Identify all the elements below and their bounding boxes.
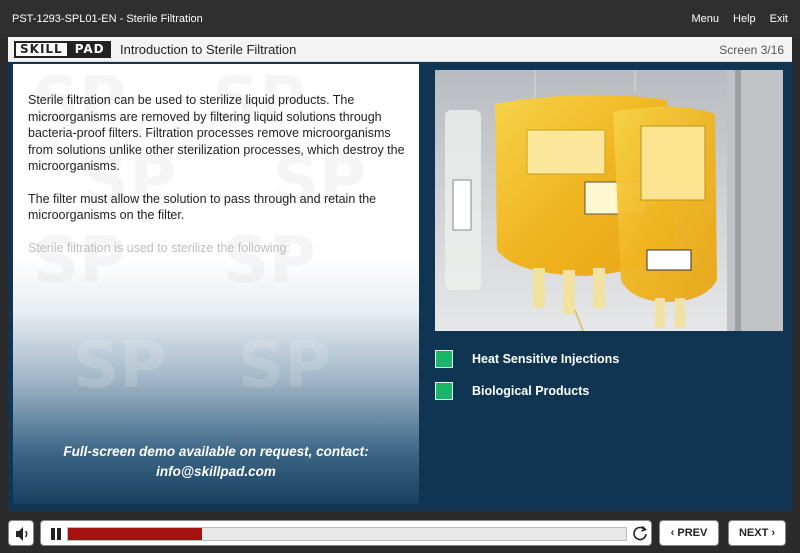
progress-fill [68,528,202,540]
progress-track[interactable] [67,527,627,541]
bullet-list: Heat Sensitive Injections Biological Pro… [435,343,619,407]
chevron-right-icon: › [768,527,776,539]
bullet-label: Heat Sensitive Injections [472,352,620,366]
logo-part-pad: PAD [68,41,111,58]
contact-email: info@skillpad.com [156,464,276,479]
replay-icon[interactable] [631,524,649,542]
iv-bags-photo [435,70,783,331]
bullet-heat-sensitive-injections[interactable]: Heat Sensitive Injections [435,343,619,375]
watermark: SP [73,329,166,403]
text-panel: SP SP SP SP SP SP SP SP Sterile filtrati… [13,64,419,504]
menu-link[interactable]: Menu [692,13,720,25]
lesson-title: Introduction to Sterile Filtration [120,42,297,57]
green-square-icon [435,350,453,368]
bullet-biological-products[interactable]: Biological Products [435,375,619,407]
title-bar: SKILL PAD Introduction to Sterile Filtra… [8,37,792,62]
media-panel: Heat Sensitive Injections Biological Pro… [426,62,792,511]
paragraph-filter: The filter must allow the solution to pa… [28,191,377,223]
watermark: SP [238,329,331,403]
pause-icon[interactable] [50,528,62,540]
bullet-label: Biological Products [472,384,590,398]
help-link[interactable]: Help [733,13,756,25]
player-bar: ‹ PREV NEXT › [0,513,800,553]
top-bar: PST-1293-SPL01-EN - Sterile Filtration M… [0,0,800,38]
demo-notice-line: Full-screen demo available on request, c… [63,444,369,459]
next-button[interactable]: NEXT › [728,520,786,546]
body-text: Sterile filtration can be used to steril… [28,92,406,272]
speaker-icon [16,527,28,541]
exit-link[interactable]: Exit [770,13,788,25]
top-menu: Menu Help Exit [692,13,789,25]
paragraph-intro: Sterile filtration can be used to steril… [28,93,405,173]
demo-notice: Full-screen demo available on request, c… [13,442,419,482]
skillpad-logo: SKILL PAD [14,41,111,58]
logo-part-skill: SKILL [14,41,69,58]
screen-counter: Screen 3/16 [719,43,784,57]
volume-button[interactable] [8,520,34,546]
content-area: SP SP SP SP SP SP SP SP Sterile filtrati… [8,62,792,511]
course-title: PST-1293-SPL01-EN - Sterile Filtration [12,13,203,25]
iv-bags-illustration [435,70,783,331]
prev-label: PREV [677,527,708,539]
green-square-icon [435,382,453,400]
playback-controls [40,520,652,546]
prev-button[interactable]: ‹ PREV [659,520,719,546]
paragraph-uses: Sterile filtration is used to sterilize … [28,240,290,255]
next-label: NEXT [738,527,769,539]
